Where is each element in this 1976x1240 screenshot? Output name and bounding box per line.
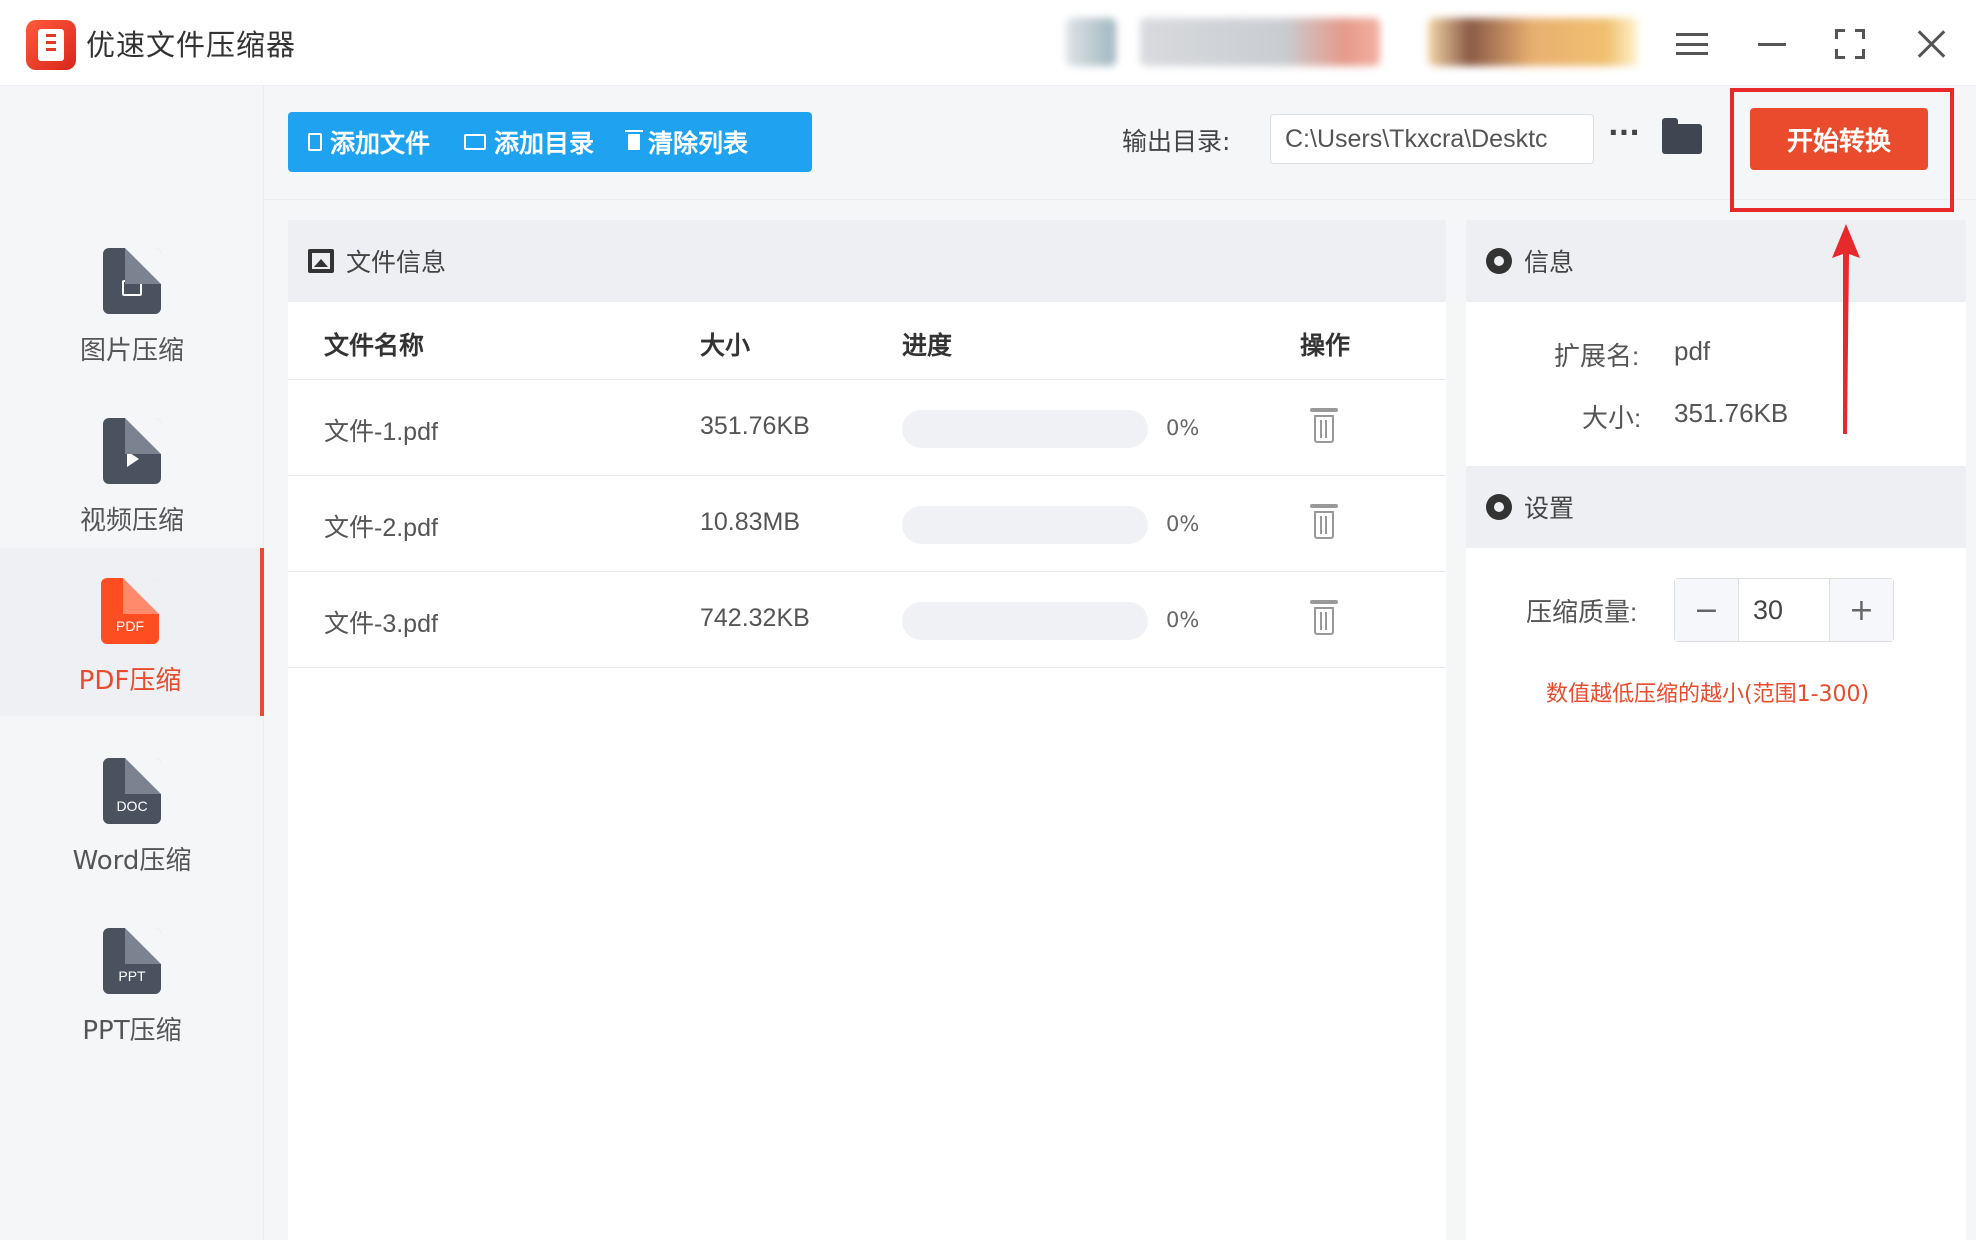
image-file-icon (103, 248, 161, 314)
minimize-icon (1758, 42, 1786, 46)
add-folder-button[interactable]: 添加目录 (444, 112, 608, 172)
clear-list-button[interactable]: 清除列表 (608, 112, 762, 172)
close-button[interactable] (1904, 16, 1960, 72)
file-icon (308, 133, 322, 151)
table-row[interactable]: 文件-1.pdf 351.76KB 0% (288, 380, 1446, 476)
video-file-icon (103, 418, 161, 484)
sidebar-item-label: PDF压缩 (78, 666, 182, 696)
folder-icon (464, 134, 487, 150)
table-row[interactable]: 文件-3.pdf 742.32KB 0% (288, 572, 1446, 668)
sidebar-item-label: 视频压缩 (79, 506, 184, 536)
file-size: 351.76KB (700, 412, 810, 440)
file-size: 10.83MB (700, 508, 801, 536)
blurred-area (1066, 18, 1116, 66)
size-value: 351.76KB (1674, 398, 1789, 428)
maximize-button[interactable] (1822, 16, 1878, 72)
toolbar: 添加文件 添加目录 清除列表 输出目录: C:\Users\Tkxcra\Des… (264, 86, 1976, 212)
progress-percent: 0% (1166, 608, 1200, 632)
column-header-name: 文件名称 (324, 331, 425, 360)
title-bar: 优速文件压缩器 (0, 0, 1976, 86)
add-file-label: 添加文件 (330, 129, 431, 158)
sidebar-item-label: PPT压缩 (82, 1016, 182, 1046)
output-dir-label: 输出目录: (1122, 127, 1231, 156)
column-header-progress: 进度 (902, 331, 953, 360)
file-button-group: 添加文件 添加目录 清除列表 (288, 112, 812, 172)
increment-button[interactable]: + (1829, 579, 1893, 641)
progress-bar (902, 410, 1148, 448)
column-header-size: 大小 (700, 331, 751, 360)
clear-list-label: 清除列表 (648, 129, 749, 158)
file-size: 742.32KB (700, 604, 810, 632)
info-title: 信息 (1524, 248, 1575, 277)
minimize-button[interactable] (1744, 16, 1800, 72)
doc-file-icon: DOC (103, 758, 161, 824)
menu-button[interactable] (1664, 16, 1720, 72)
file-list-panel: 文件信息 文件名称 大小 进度 操作 文件-1.pdf 351.76KB 0% … (288, 220, 1446, 1240)
progress-percent: 0% (1166, 512, 1200, 536)
blurred-area (1140, 18, 1380, 66)
add-folder-label: 添加目录 (494, 129, 595, 158)
sidebar-item-label: Word压缩 (72, 846, 192, 876)
progress-bar (902, 506, 1148, 544)
progress-percent: 0% (1166, 416, 1200, 440)
more-options-button[interactable]: ··· (1604, 116, 1644, 156)
sidebar: 图片压缩 视频压缩 PDF PDF压缩 DOC Word压缩 PPT PPT压缩 (0, 86, 264, 1240)
sidebar-item-image[interactable]: 图片压缩 (0, 226, 264, 394)
decrement-button[interactable]: − (1675, 579, 1739, 641)
progress-bar (902, 602, 1148, 640)
sidebar-item-video[interactable]: 视频压缩 (0, 396, 264, 564)
open-folder-icon[interactable] (1662, 118, 1702, 154)
settings-title: 设置 (1524, 494, 1575, 523)
file-panel-title: 文件信息 (346, 248, 447, 277)
file-name: 文件-1.pdf (324, 418, 438, 446)
sidebar-item-word[interactable]: DOC Word压缩 (0, 736, 264, 904)
file-panel-header: 文件信息 (288, 220, 1446, 302)
gear-icon (1486, 248, 1512, 274)
fullscreen-icon (1835, 29, 1865, 59)
trash-icon (625, 130, 644, 150)
size-label: 大小: (1582, 403, 1642, 433)
close-icon (1917, 29, 1947, 59)
info-header: 信息 (1466, 220, 1966, 302)
app-title: 优速文件压缩器 (86, 28, 297, 62)
quality-stepper[interactable]: − 30 + (1674, 578, 1894, 642)
gear-icon (1486, 494, 1512, 520)
ppt-file-icon: PPT (103, 928, 161, 994)
image-icon (308, 249, 334, 273)
pdf-file-icon: PDF (101, 578, 159, 644)
ext-value: pdf (1674, 336, 1711, 366)
settings-header: 设置 (1466, 466, 1966, 548)
column-header-action: 操作 (1300, 331, 1351, 360)
add-file-button[interactable]: 添加文件 (288, 112, 444, 172)
sidebar-item-pdf[interactable]: PDF PDF压缩 (0, 548, 264, 716)
quality-input[interactable]: 30 (1739, 579, 1829, 641)
blurred-avatar (1428, 18, 1638, 66)
table-header: 文件名称 大小 进度 操作 (288, 302, 1446, 380)
delete-icon[interactable] (1310, 600, 1338, 636)
sidebar-item-label: 图片压缩 (79, 336, 184, 366)
file-name: 文件-3.pdf (324, 610, 438, 638)
quality-label: 压缩质量: (1526, 597, 1638, 627)
delete-icon[interactable] (1310, 504, 1338, 540)
file-name: 文件-2.pdf (324, 514, 438, 542)
ext-label: 扩展名: (1554, 341, 1640, 371)
sidebar-item-ppt[interactable]: PPT PPT压缩 (0, 906, 264, 1074)
quality-hint: 数值越低压缩的越小(范围1-300) (1546, 682, 1870, 707)
output-dir-input[interactable]: C:\Users\Tkxcra\Desktc (1270, 114, 1594, 164)
app-window: 优速文件压缩器 图片压缩 视频压缩 PDF PDF压缩 DOC Word压缩 P… (0, 0, 1976, 1240)
annotation-highlight-box (1730, 88, 1954, 212)
delete-icon[interactable] (1310, 408, 1338, 444)
app-logo-icon (26, 20, 76, 70)
annotation-arrow-icon (1832, 224, 1860, 434)
hamburger-icon (1676, 33, 1708, 55)
table-row[interactable]: 文件-2.pdf 10.83MB 0% (288, 476, 1446, 572)
right-panel: 信息 扩展名: pdf 大小: 351.76KB 设置 压缩质量: − 30 +… (1466, 220, 1966, 1240)
